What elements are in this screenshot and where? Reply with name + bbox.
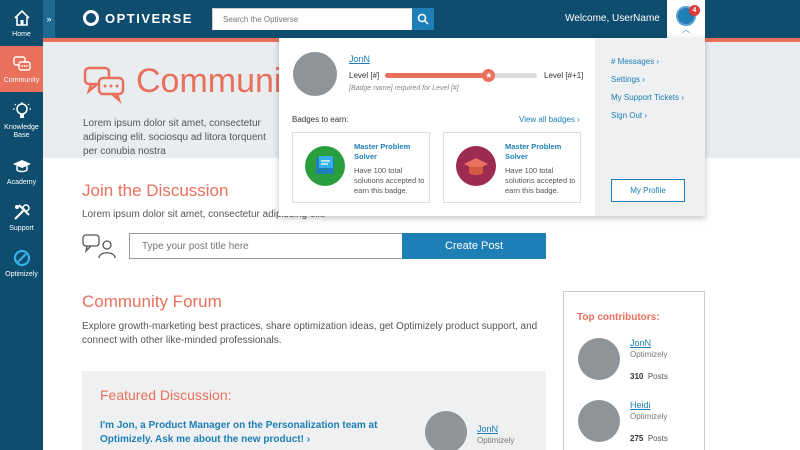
user-dropdown-menu: JonN Level [#] ★ Level [#+1] [Badge name… [279, 38, 705, 216]
nav-item-knowledge-base[interactable]: Knowledge Base [0, 92, 43, 148]
my-profile-button[interactable]: My Profile [611, 179, 685, 202]
featured-user-link[interactable]: JonN [477, 424, 498, 434]
badge-name: Master Problem Solver [505, 142, 562, 161]
level-next: Level [#+1] [544, 71, 584, 80]
nav-item-support[interactable]: Support [0, 194, 43, 240]
nav-label-optimizely: Optimizely [5, 270, 38, 278]
search-button[interactable] [412, 8, 434, 30]
forum-description: Explore growth-marketing best practices,… [82, 321, 538, 346]
top-contributors-heading: Top contributors: [577, 312, 660, 323]
search-box [212, 8, 434, 30]
lightbulb-icon [12, 101, 31, 118]
notification-badge: 4 [689, 5, 700, 16]
join-heading: Join the Discussion [82, 181, 229, 200]
people-chat-icon [82, 234, 116, 259]
badge-name: Master Problem Solver [354, 142, 411, 161]
hero-description: Lorem ipsum dolor sit amet, consectetur … [83, 118, 266, 157]
chevron-up-icon: ︿ [682, 24, 690, 34]
contributor-row: Heidi Optimizely 275 Posts [578, 400, 698, 450]
level-progress-fill [385, 73, 489, 78]
contributor-posts: 275 Posts [630, 434, 668, 443]
star-icon: ★ [482, 69, 496, 82]
create-post-button[interactable]: Create Post [402, 233, 546, 259]
optiverse-logo-icon [83, 10, 99, 26]
left-nav: Home Community Knowledge Base Academy Su… [0, 0, 43, 450]
post-title-input[interactable] [129, 233, 403, 259]
featured-user-org: Optimizely [477, 436, 515, 445]
support-tickets-link[interactable]: My Support Tickets › [611, 93, 684, 102]
nav-item-optimizely[interactable]: Optimizely [0, 240, 43, 286]
search-icon [417, 13, 429, 25]
badge-description: Have 100 total solutions accepted to ear… [505, 166, 576, 195]
featured-heading: Featured Discussion: [100, 387, 232, 403]
welcome-text: Welcome, UserName [565, 13, 660, 24]
featured-discussion: Featured Discussion: I'm Jon, a Product … [82, 371, 546, 450]
badge-description: Have 100 total solutions accepted to ear… [354, 166, 425, 195]
badge-card[interactable]: Master Problem Solver Have 100 total sol… [443, 132, 581, 203]
post-count: 310 [630, 372, 644, 381]
user-menu-button[interactable]: 4 ︿ [667, 0, 705, 38]
nav-label-community: Community [3, 76, 40, 84]
badge-card[interactable]: Master Problem Solver Have 100 total sol… [292, 132, 430, 203]
nav-collapse-toggle[interactable]: » [43, 0, 55, 38]
graduation-cap-badge-icon [464, 158, 488, 176]
document-badge-icon [316, 156, 334, 174]
post-count: 275 [630, 434, 644, 443]
avatar[interactable] [293, 52, 337, 96]
top-bar: OPTIVERSE Welcome, UserName 4 ︿ [55, 0, 800, 38]
chat-bubbles-icon [12, 55, 31, 71]
badge-image [305, 146, 345, 186]
nav-label-knowledge-base: Knowledge Base [4, 123, 39, 139]
contributor-org: Optimizely [630, 412, 668, 421]
level-requirement: [Badge name] required for Level [#] [349, 85, 459, 92]
home-icon [13, 9, 30, 26]
contributor-row: JonN Optimizely 310 Posts [578, 338, 698, 394]
search-input[interactable] [213, 9, 411, 30]
badges-heading: Badges to earn: [292, 115, 349, 124]
dropdown-username[interactable]: JonN [349, 54, 370, 64]
optimizely-logo-icon [13, 249, 30, 266]
sign-out-link[interactable]: Sign Out › [611, 111, 647, 120]
nav-item-academy[interactable]: Academy [0, 148, 43, 194]
nav-label-support: Support [9, 224, 34, 232]
level-progress-bar: ★ [385, 69, 537, 82]
view-all-badges-link[interactable]: View all badges › [519, 115, 580, 124]
forum-heading: Community Forum [82, 292, 222, 311]
messages-link[interactable]: # Messages › [611, 57, 659, 66]
logo-text: OPTIVERSE [105, 10, 193, 26]
dropdown-links-panel: # Messages › Settings › My Support Ticke… [595, 38, 705, 216]
community-chat-icon [83, 66, 125, 104]
settings-link[interactable]: Settings › [611, 75, 645, 84]
avatar[interactable] [578, 338, 620, 380]
tools-icon [13, 203, 30, 220]
nav-label-home: Home [12, 30, 31, 38]
contributor-name[interactable]: Heidi [630, 400, 651, 410]
top-contributors-panel: Top contributors: JonN Optimizely 310 Po… [563, 291, 705, 450]
contributor-name[interactable]: JonN [630, 338, 651, 348]
badge-image [456, 146, 496, 186]
avatar[interactable] [425, 411, 467, 450]
nav-item-home[interactable]: Home [0, 0, 43, 46]
featured-discussion-link[interactable]: I'm Jon, a Product Manager on the Person… [100, 419, 390, 447]
posts-label: Posts [647, 372, 668, 381]
contributor-posts: 310 Posts [630, 372, 668, 381]
posts-label: Posts [647, 434, 668, 443]
contributor-org: Optimizely [630, 350, 668, 359]
nav-label-academy: Academy [6, 178, 37, 186]
optiverse-logo[interactable]: OPTIVERSE [83, 10, 193, 26]
graduation-cap-icon [12, 159, 31, 172]
level-current: Level [#] [349, 71, 380, 80]
avatar[interactable] [578, 400, 620, 442]
nav-item-community[interactable]: Community [0, 46, 43, 92]
